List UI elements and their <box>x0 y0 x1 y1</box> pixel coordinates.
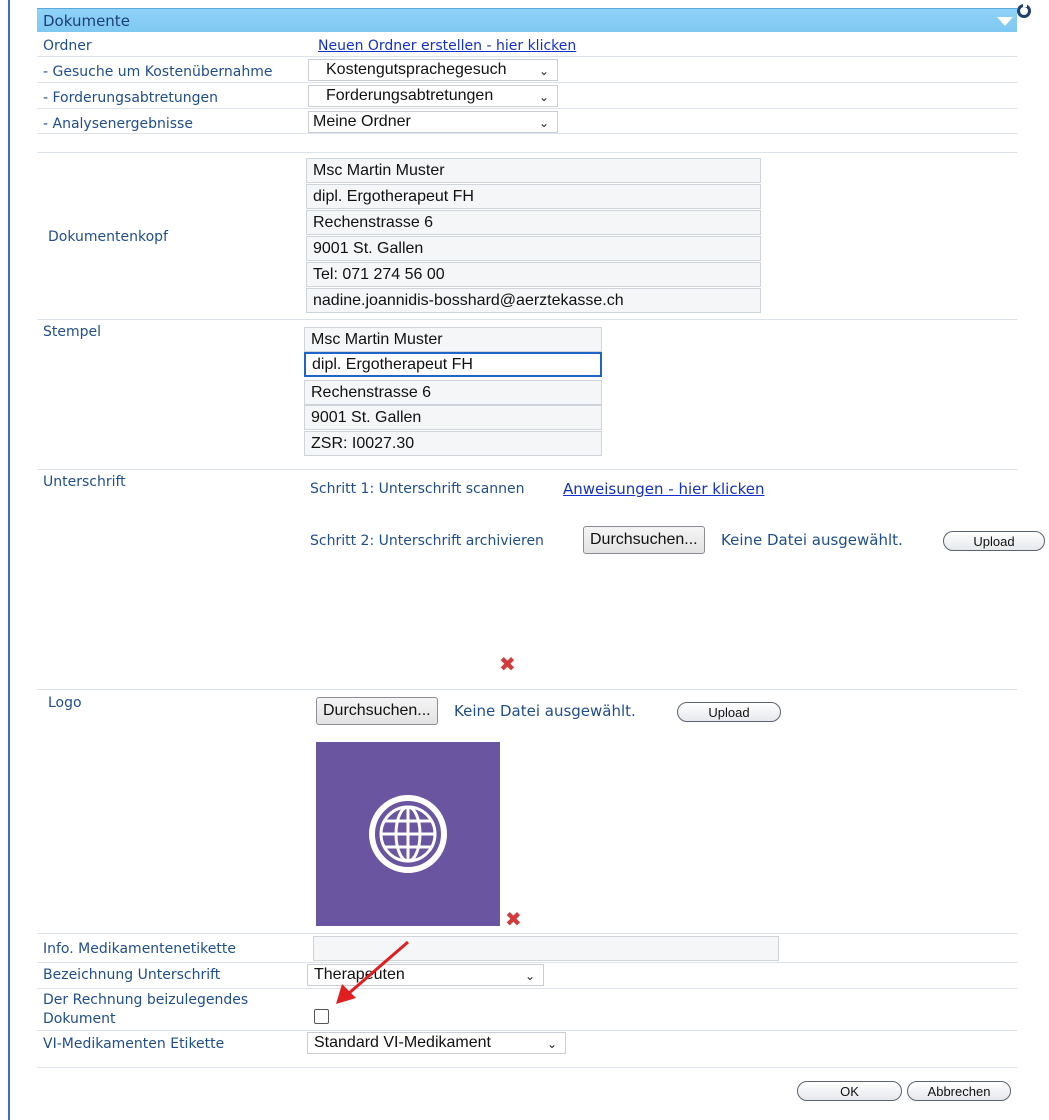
folder-row-label-analysis: - Analysenergebnisse <box>43 116 193 132</box>
signature-no-file-text: Keine Datei ausgewählt. <box>721 531 903 549</box>
chevron-down-icon: ⌄ <box>524 969 535 983</box>
stamp-line-1[interactable]: Msc Martin Muster <box>304 327 602 352</box>
refresh-icon[interactable] <box>1017 3 1031 18</box>
divider <box>37 689 1017 690</box>
medication-label-info-label: Info. Medikamentenetikette <box>43 941 236 957</box>
globe-icon <box>369 795 447 873</box>
signature-step1-text: Schritt 1: Unterschrift scannen <box>310 481 525 497</box>
signature-instructions-link[interactable]: Anweisungen - hier klicken <box>563 480 764 498</box>
panel-title: Dokumente <box>43 12 130 30</box>
stamp-line-2[interactable]: dipl. Ergotherapeut FH <box>304 352 602 377</box>
chevron-down-icon: ⌄ <box>546 1037 557 1051</box>
stamp-label: Stempel <box>43 324 102 340</box>
signature-browse-button[interactable]: Durchsuchen... <box>583 526 705 554</box>
invoice-document-checkbox[interactable] <box>314 1009 329 1024</box>
folder-select-cost[interactable]: Kostengutsprachegesuch ⌄ <box>308 59 558 81</box>
stamp-line-5[interactable]: ZSR: I0027.30 <box>304 431 602 456</box>
ok-button[interactable]: OK <box>797 1081 902 1101</box>
folders-label: Ordner <box>43 38 92 54</box>
cancel-button[interactable]: Abbrechen <box>907 1081 1011 1101</box>
signature-step2-text: Schritt 2: Unterschrift archivieren <box>310 533 544 549</box>
folder-row-label-claims: - Forderungsabtretungen <box>43 90 218 106</box>
stamp-line-4[interactable]: 9001 St. Gallen <box>304 405 602 430</box>
divider <box>37 56 1017 57</box>
annotation-arrow-icon <box>336 940 409 1004</box>
divider <box>37 133 1017 134</box>
logo-no-file-text: Keine Datei ausgewählt. <box>454 702 636 720</box>
invoice-document-label-line2: Dokument <box>43 1011 116 1027</box>
divider <box>37 319 1017 320</box>
delete-logo-icon[interactable]: ✖ <box>505 909 522 929</box>
doc-header-line-4[interactable]: 9001 St. Gallen <box>306 236 761 261</box>
logo-browse-button[interactable]: Durchsuchen... <box>316 697 438 725</box>
divider <box>37 1030 1017 1031</box>
signature-designation-label: Bezeichnung Unterschrift <box>43 967 221 983</box>
divider <box>37 988 1017 989</box>
collapse-icon[interactable] <box>997 17 1013 26</box>
stamp-line-3[interactable]: Rechenstrasse 6 <box>304 380 602 405</box>
chevron-down-icon: ⌄ <box>538 90 549 104</box>
create-folder-link[interactable]: Neuen Ordner erstellen - hier klicken <box>318 38 576 54</box>
panel-header[interactable]: Dokumente <box>37 8 1017 32</box>
divider <box>37 933 1017 934</box>
doc-header-line-5[interactable]: Tel: 071 274 56 00 <box>306 262 761 287</box>
vi-label-select[interactable]: Standard VI-Medikament ⌄ <box>307 1032 566 1054</box>
signature-upload-button[interactable]: Upload <box>943 531 1045 551</box>
divider <box>37 82 1017 83</box>
divider <box>37 108 1017 109</box>
folder-select-claims[interactable]: Forderungsabtretungen ⌄ <box>308 85 558 107</box>
doc-header-line-1[interactable]: Msc Martin Muster <box>306 158 761 183</box>
chevron-down-icon: ⌄ <box>538 64 549 78</box>
divider <box>37 1067 1017 1068</box>
divider <box>37 962 1017 963</box>
folder-select-analysis[interactable]: Meine Ordner ⌄ <box>308 111 558 133</box>
doc-header-line-3[interactable]: Rechenstrasse 6 <box>306 210 761 235</box>
invoice-document-label-line1: Der Rechnung beizulegendes <box>43 992 249 1008</box>
divider <box>37 152 1017 153</box>
window-frame-left <box>8 0 10 1120</box>
divider <box>37 469 1017 470</box>
doc-header-line-6[interactable]: nadine.joannidis-bosshard@aerztekasse.ch <box>306 288 761 313</box>
logo-label: Logo <box>48 695 82 711</box>
logo-upload-button[interactable]: Upload <box>677 702 781 722</box>
signature-label: Unterschrift <box>43 474 126 490</box>
folder-row-label-cost: - Gesuche um Kostenübernahme <box>43 64 273 80</box>
chevron-down-icon: ⌄ <box>538 116 549 130</box>
vi-label-label: VI-Medikamenten Etikette <box>43 1036 225 1052</box>
document-header-label: Dokumentenkopf <box>48 229 168 245</box>
doc-header-line-2[interactable]: dipl. Ergotherapeut FH <box>306 184 761 209</box>
delete-signature-icon[interactable]: ✖ <box>499 654 516 674</box>
logo-image <box>316 742 500 926</box>
